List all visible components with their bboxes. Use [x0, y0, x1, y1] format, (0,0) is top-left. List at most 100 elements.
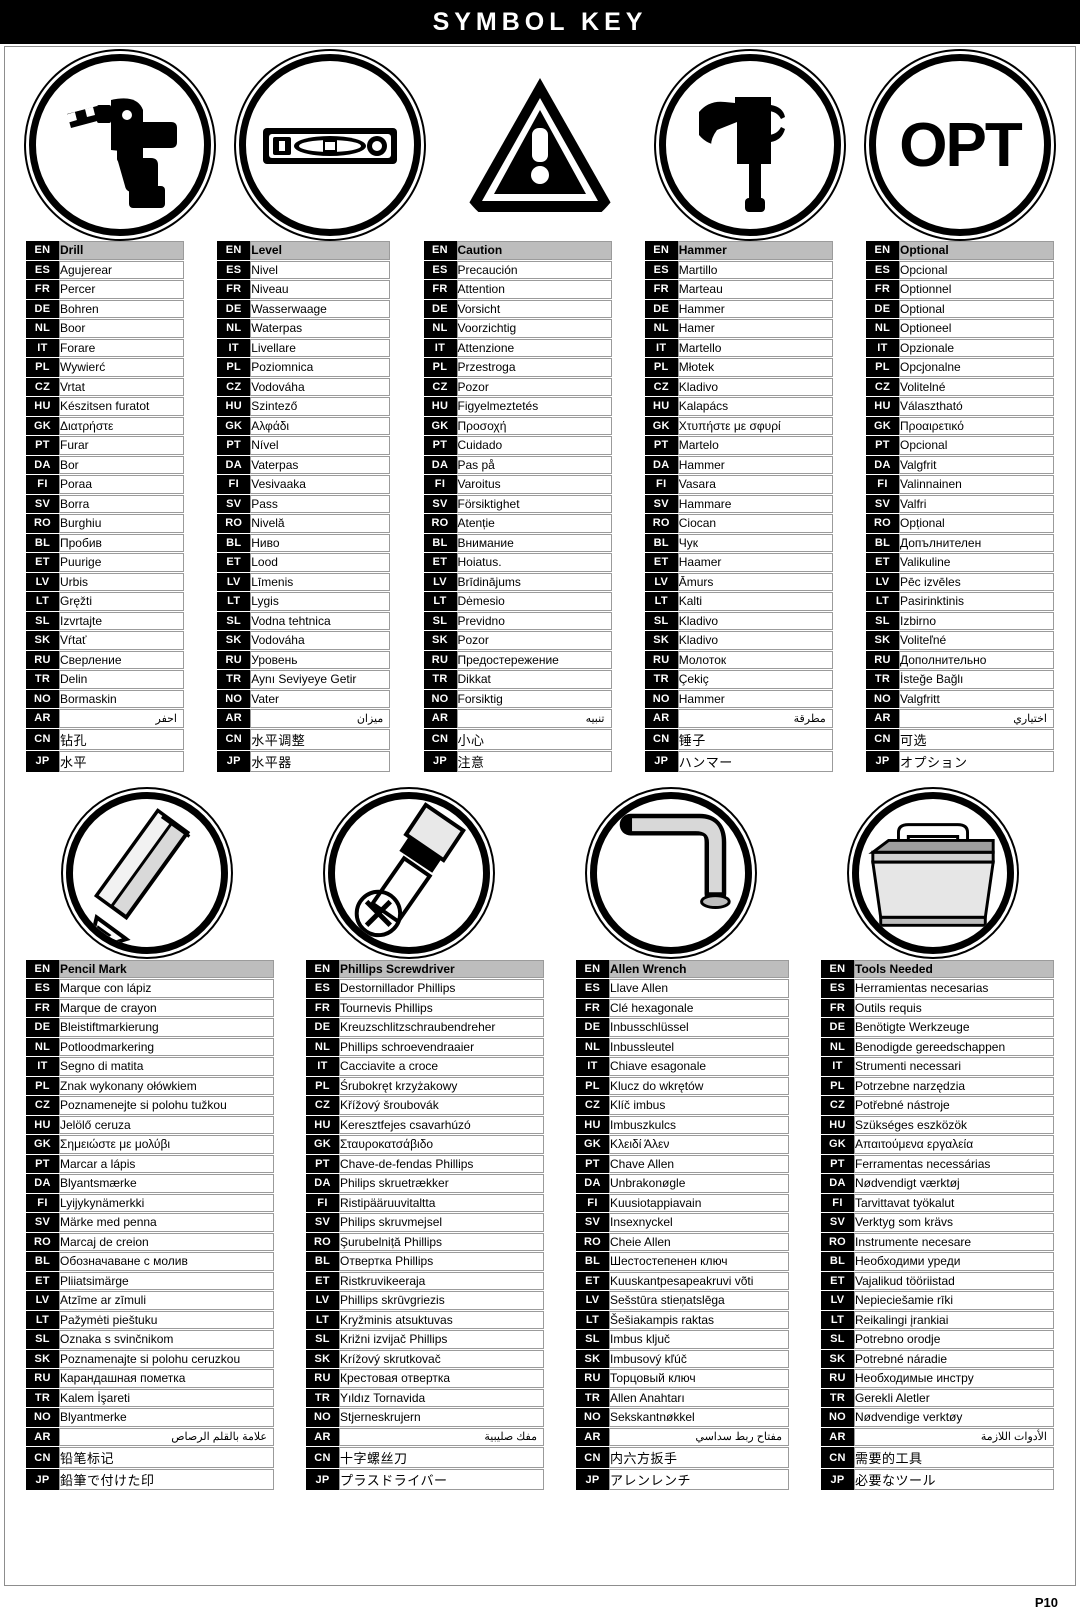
symbol-translation: Σταυροκατσάβιδο: [339, 1135, 544, 1154]
symbol-translation: Kalem İşareti: [59, 1388, 274, 1407]
language-code: SL: [576, 1330, 609, 1349]
table-row: NL Inbussleutel: [576, 1037, 789, 1056]
language-code: PT: [821, 1154, 854, 1173]
language-code: CZ: [644, 377, 678, 396]
table-row: JP アレンレンチ: [576, 1469, 789, 1490]
symbol-translation: علامة بالقلم الرصاص: [59, 1427, 274, 1446]
symbol-translation: Āmurs: [677, 572, 833, 591]
symbol-translation: Допълнителен: [899, 533, 1054, 552]
table-row: SK Kladivo: [644, 631, 833, 650]
symbol-translation: 小心: [456, 728, 612, 750]
symbol-translation: Oznaka s svinčnikom: [59, 1330, 274, 1349]
table-row: LV Nepieciešamie rīki: [821, 1291, 1054, 1310]
language-code: LV: [576, 1291, 609, 1310]
table-row: CN 需要的工具: [821, 1447, 1054, 1468]
language-code: TR: [866, 670, 899, 689]
language-code: PT: [644, 436, 678, 455]
symbol-translation: Hammer: [677, 455, 833, 474]
symbol-translation: Kladivo: [677, 377, 833, 396]
table-row: RO Cheie Allen: [576, 1232, 789, 1251]
icon-cell-optional: OPT: [862, 52, 1058, 238]
table-row: FR Marteau: [644, 280, 833, 299]
language-code: SK: [306, 1349, 339, 1368]
table-row: TR Delin: [26, 670, 184, 689]
table-row: FR Attention: [423, 280, 612, 299]
symbol-translation: Inbussleutel: [609, 1037, 789, 1056]
symbol-translation: Martelo: [677, 436, 833, 455]
symbol-translation: Poznamenajte si polohu ceruzkou: [59, 1349, 274, 1368]
table-row: NL Benodigde gereedschappen: [821, 1037, 1054, 1056]
symbol-translation: Clé hexagonale: [609, 998, 789, 1017]
symbol-translation: Nivelă: [250, 514, 391, 533]
table-row: ES Opcional: [866, 260, 1054, 279]
symbol-translation: Dikkat: [456, 670, 612, 689]
language-code: SK: [26, 631, 59, 650]
language-code: GK: [644, 416, 678, 435]
table-row: ES Marque con lápiz: [26, 979, 274, 998]
language-code: HU: [217, 397, 251, 416]
language-code: CZ: [866, 377, 899, 396]
language-code: BL: [423, 533, 457, 552]
symbol-title: Optional: [899, 241, 1054, 260]
symbol-translation: Пробив: [59, 533, 184, 552]
language-code: NL: [306, 1037, 339, 1056]
symbol-translation: Opcjonalne: [899, 358, 1054, 377]
language-code: DE: [576, 1018, 609, 1037]
table-row: SL Kladivo: [644, 611, 833, 630]
symbol-translation: Niveau: [250, 280, 391, 299]
symbol-translation: Reikalingi įrankiai: [854, 1310, 1054, 1329]
level-icon: [239, 54, 421, 236]
language-code: ES: [866, 260, 899, 279]
table-row: CZ Volitelné: [866, 377, 1054, 396]
language-code: JP: [821, 1469, 854, 1490]
language-code: GK: [423, 416, 457, 435]
table-row: AR مفتاح ربط سداسي: [576, 1427, 789, 1446]
table-row: HU Kalapács: [644, 397, 833, 416]
symbol-translation: Vŕtať: [59, 631, 184, 650]
symbol-translation: Tournevis Phillips: [339, 998, 544, 1017]
table-row: SL Potrebno orodje: [821, 1330, 1054, 1349]
table-row: AR علامة بالقلم الرصاص: [26, 1427, 274, 1446]
language-code: IT: [821, 1057, 854, 1076]
language-code: CN: [26, 1447, 59, 1468]
table-row: ET Ristkruvikeeraja: [306, 1271, 544, 1290]
symbol-translation: Insexnyckel: [609, 1213, 789, 1232]
symbol-translation: Tarvittavat työkalut: [854, 1193, 1054, 1212]
table-row: NO Stjerneskrujern: [306, 1408, 544, 1427]
table-row: LV Phillips skrūvgriezis: [306, 1291, 544, 1310]
table-row: EN Level: [217, 241, 391, 260]
language-code: ET: [866, 553, 899, 572]
table-row: SV Borra: [26, 494, 184, 513]
table-row: FI Kuusiotappiavain: [576, 1193, 789, 1212]
language-code: FI: [866, 475, 899, 494]
table-row: DA Nødvendigt værktøj: [821, 1174, 1054, 1193]
symbol-translation: ميزان: [250, 709, 391, 728]
table-row: LV Atzīme ar zīmuli: [26, 1291, 274, 1310]
symbol-translation: Vater: [250, 689, 391, 708]
language-code: AR: [576, 1427, 609, 1446]
symbol-translation: Kalti: [677, 592, 833, 611]
language-code: BL: [217, 533, 251, 552]
symbol-translation: Potrebné náradie: [854, 1349, 1054, 1368]
symbol-translation: Ниво: [250, 533, 391, 552]
table-row: ES Llave Allen: [576, 979, 789, 998]
language-code: ET: [217, 553, 251, 572]
table-row: CZ Kladivo: [644, 377, 833, 396]
language-code: NO: [26, 1408, 59, 1427]
language-code: TR: [306, 1388, 339, 1407]
table-row: NL Potloodmarkering: [26, 1037, 274, 1056]
symbol-translation: Optionnel: [899, 280, 1054, 299]
table-row: PT Ferramentas necessárias: [821, 1154, 1054, 1173]
symbol-translation: Waterpas: [250, 319, 391, 338]
language-code: PT: [423, 436, 457, 455]
table-row: IT Opzionale: [866, 338, 1054, 357]
symbol-translation: Pas på: [456, 455, 612, 474]
language-code: LT: [26, 592, 59, 611]
symbol-translation: Strumenti necessari: [854, 1057, 1054, 1076]
table-row: FI Poraa: [26, 475, 184, 494]
symbol-translation: Delin: [59, 670, 184, 689]
language-code: NL: [866, 319, 899, 338]
language-code: LV: [306, 1291, 339, 1310]
table-row: RU Молоток: [644, 650, 833, 669]
symbol-translation: Διατρήστε: [59, 416, 184, 435]
